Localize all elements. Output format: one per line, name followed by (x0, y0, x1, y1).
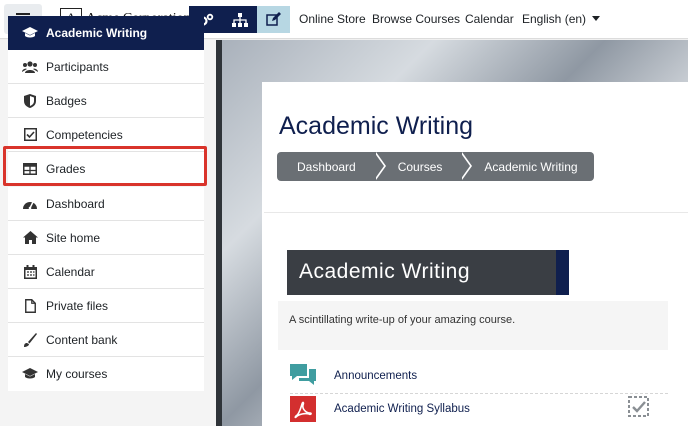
paint-brush-icon (22, 332, 38, 348)
graduation-cap-icon (22, 366, 38, 382)
checkbox-icon (22, 127, 38, 143)
home-icon (22, 230, 38, 246)
breadcrumb-label: Dashboard (297, 159, 356, 174)
sidebar-item-private-files[interactable]: Private files (8, 289, 204, 323)
sidebar-item-my-courses[interactable]: My courses (8, 357, 204, 391)
sidebar-item-label: Dashboard (46, 196, 105, 211)
breadcrumb: Dashboard Courses Academic Writing (277, 152, 594, 181)
breadcrumb-courses[interactable]: Courses (373, 152, 473, 181)
pdf-icon (290, 396, 316, 422)
forum-icon (290, 364, 316, 385)
sidebar-item-label: Site home (46, 230, 101, 245)
sidebar-item-calendar[interactable]: Calendar (8, 255, 204, 289)
grades-highlight-box (3, 146, 207, 186)
sidebar-item-dashboard[interactable]: Dashboard (8, 187, 204, 221)
file-icon (22, 298, 38, 314)
nav-calendar[interactable]: Calendar (465, 12, 514, 26)
page-title: Academic Writing (279, 112, 474, 140)
language-label: English (en) (522, 12, 587, 26)
site-nav-list: Dashboard Site home Calendar Private fil… (8, 187, 204, 391)
breadcrumb-dashboard[interactable]: Dashboard (277, 152, 386, 181)
sidebar-item-site-home[interactable]: Site home (8, 221, 204, 255)
shield-icon (22, 93, 38, 109)
course-summary-text: A scintillating write-up of your amazing… (289, 314, 516, 326)
calendar-icon (22, 264, 38, 280)
sidebar-item-label: Calendar (46, 264, 95, 279)
breadcrumb-arrow (460, 152, 471, 180)
activity-syllabus[interactable]: Academic Writing Syllabus (290, 396, 668, 422)
course-banner-accent (556, 250, 569, 295)
sidebar-item-label: Participants (46, 59, 109, 74)
nav-browse-courses[interactable]: Browse Courses (372, 12, 460, 26)
users-icon (22, 59, 38, 75)
edit-mode-button[interactable] (257, 6, 290, 33)
nav-online-store[interactable]: Online Store (299, 12, 366, 26)
sidebar-item-label: Content bank (46, 332, 118, 347)
sitemap-icon (232, 12, 248, 27)
activity-name: Announcements (334, 370, 418, 382)
sidebar-item-label: Badges (46, 93, 87, 108)
activity-announcements[interactable]: Announcements (290, 364, 668, 388)
sidebar-item-label: My courses (46, 367, 108, 381)
sidebar-item-participants[interactable]: Participants (8, 50, 204, 84)
breadcrumb-arrow (373, 152, 384, 180)
activity-divider (290, 393, 668, 394)
graduation-cap-icon (22, 25, 38, 41)
sidebar-course-title: Academic Writing (46, 26, 148, 40)
language-menu[interactable]: English (en) (522, 12, 601, 26)
activity-name: Academic Writing Syllabus (334, 403, 470, 415)
course-banner-title: Academic Writing (299, 260, 470, 283)
breadcrumb-label: Academic Writing (484, 159, 578, 174)
breadcrumb-label: Courses (397, 159, 443, 174)
breadcrumb-current[interactable]: Academic Writing (460, 152, 594, 181)
course-structure-button[interactable] (223, 6, 257, 33)
edit-icon (266, 12, 281, 26)
sidebar-course-header[interactable]: Academic Writing (8, 16, 204, 50)
caret-down-icon (592, 16, 601, 21)
sidebar-item-content-bank[interactable]: Content bank (8, 323, 204, 357)
sidebar-item-label: Competencies (46, 127, 123, 142)
sidebar-item-label: Private files (46, 298, 109, 313)
tachometer-icon (22, 196, 38, 212)
sidebar-item-badges[interactable]: Badges (8, 84, 204, 118)
completion-checkbox-icon[interactable] (628, 396, 649, 417)
